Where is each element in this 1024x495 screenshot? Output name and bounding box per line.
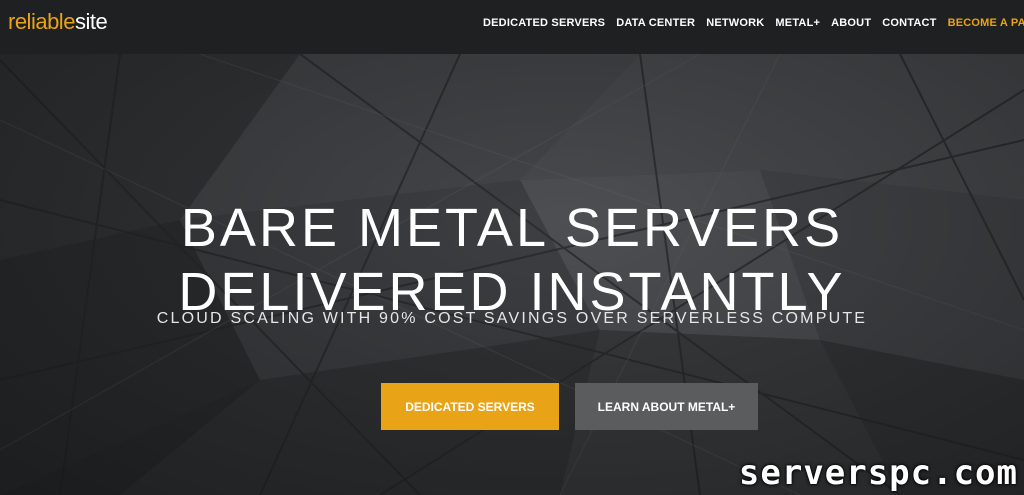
site-logo[interactable]: reliablesite	[8, 9, 108, 35]
nav-about[interactable]: ABOUT	[831, 15, 871, 31]
nav-dedicated-servers[interactable]: DEDICATED SERVERS	[483, 15, 605, 31]
nav-metal-plus[interactable]: METAL+	[775, 15, 820, 31]
dedicated-servers-button[interactable]: DEDICATED SERVERS	[381, 383, 559, 430]
nav-data-center[interactable]: DATA CENTER	[616, 15, 695, 31]
logo-text-part2: site	[74, 9, 108, 34]
main-nav: DEDICATED SERVERS DATA CENTER NETWORK ME…	[483, 15, 1024, 31]
nav-network[interactable]: NETWORK	[706, 15, 764, 31]
watermark-text: serverspc.com	[738, 453, 1018, 493]
nav-contact[interactable]: CONTACT	[882, 15, 936, 31]
logo-text-part1: reliable	[8, 9, 75, 34]
hero-title: BARE METAL SERVERS DELIVERED INSTANTLY	[0, 196, 1024, 324]
learn-about-metal-button[interactable]: LEARN ABOUT METAL+	[575, 383, 758, 430]
hero-subtitle: CLOUD SCALING WITH 90% COST SAVINGS OVER…	[156, 310, 868, 327]
top-navbar: reliablesite DEDICATED SERVERS DATA CENT…	[0, 0, 1024, 54]
hero-title-line-1: BARE METAL SERVERS	[180, 198, 844, 259]
nav-become-partner[interactable]: BECOME A PARTNE	[948, 15, 1024, 31]
